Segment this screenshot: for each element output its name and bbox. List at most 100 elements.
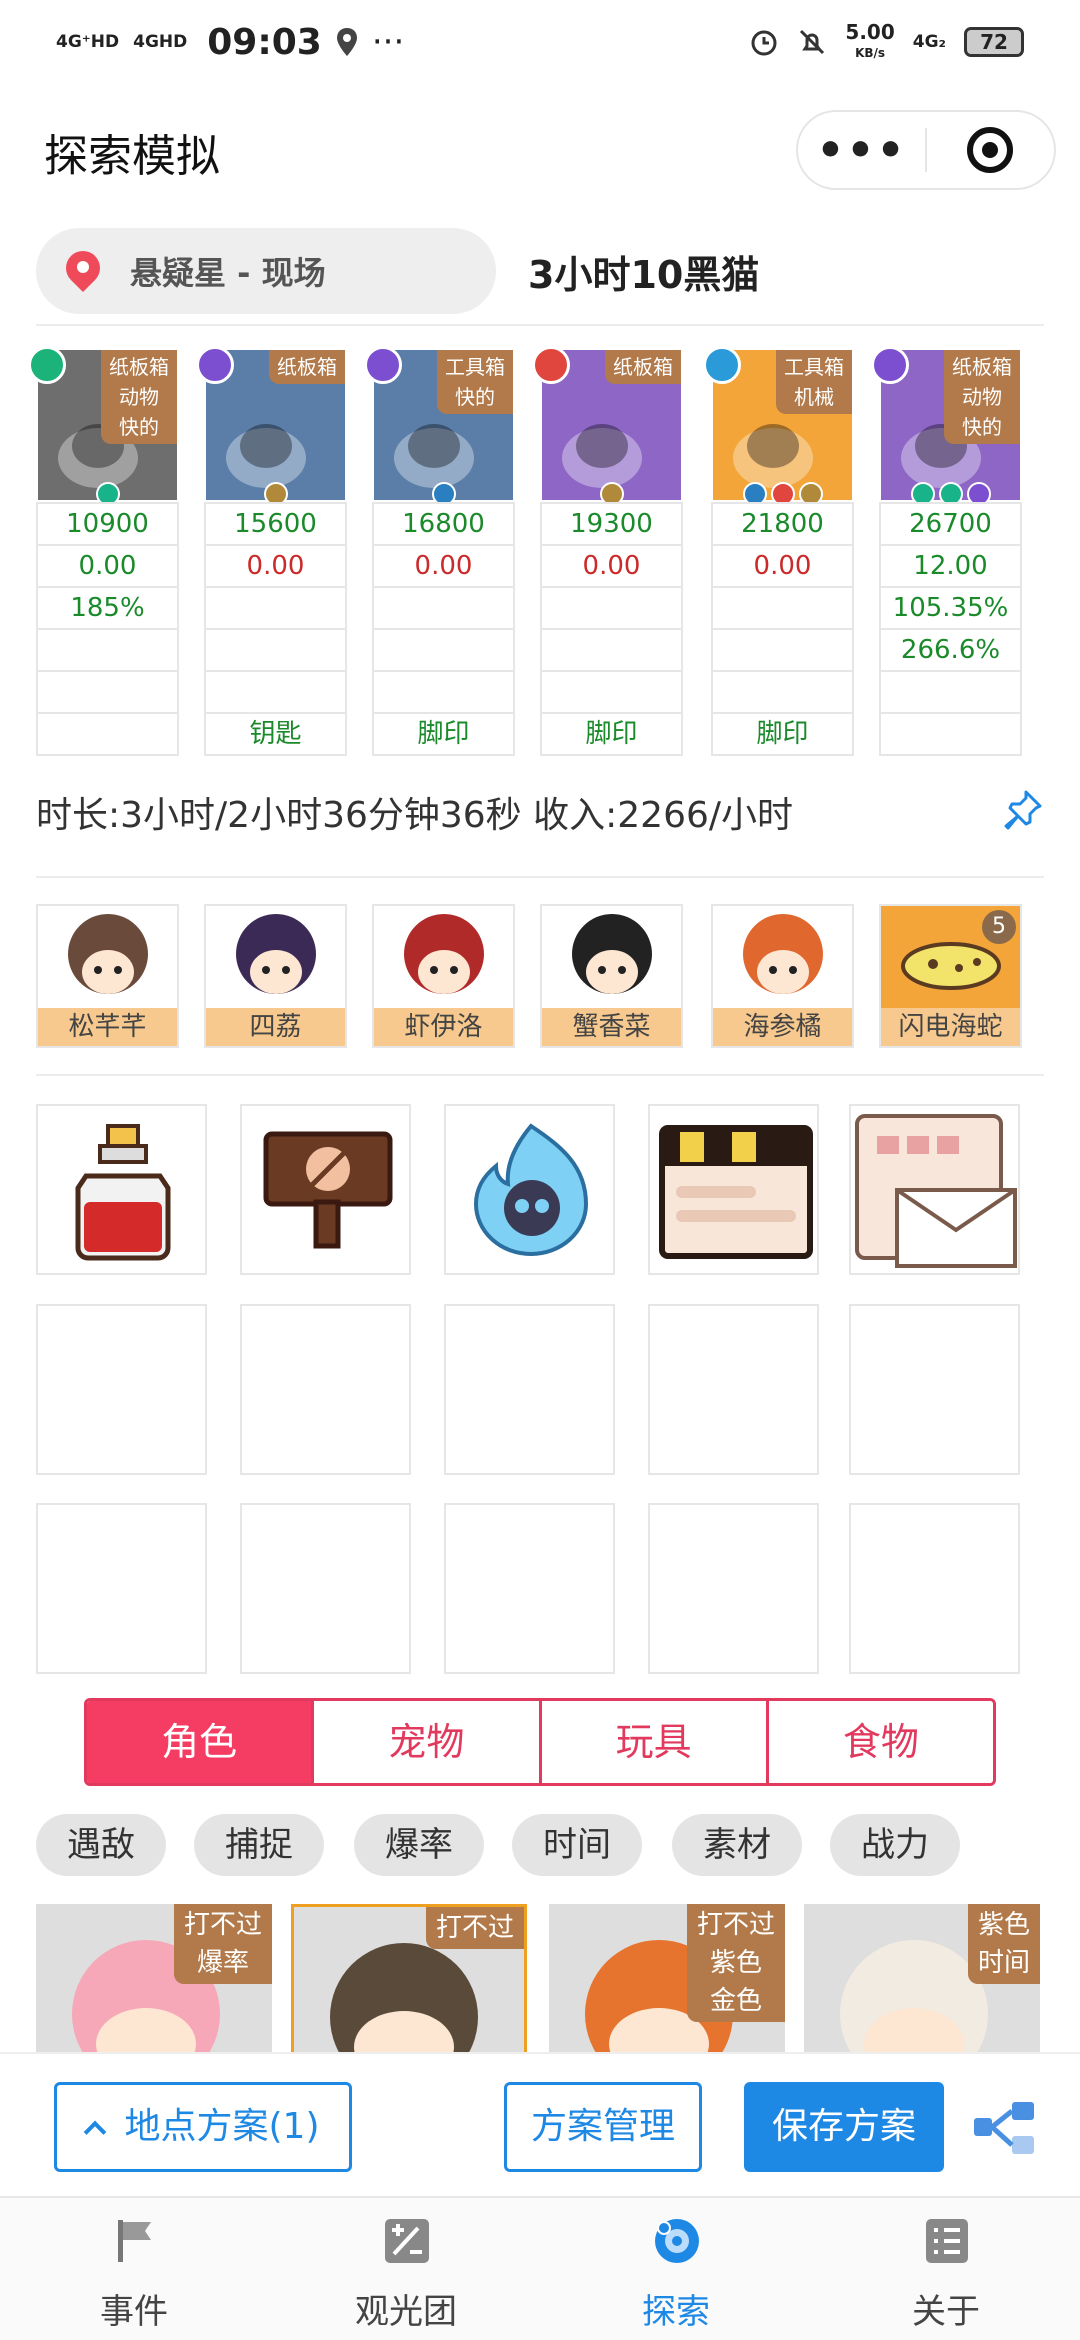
empty-slot[interactable] [648,1503,819,1674]
filter-material[interactable]: 素材 [672,1814,802,1876]
tab-tour[interactable]: 观光团 [296,2198,516,2340]
expedition-summary-title: 3小时10黑猫 [528,253,760,297]
inventory-item-slot[interactable] [849,1104,1020,1275]
item-picture: 纸板箱 动物 快的 [28,346,177,506]
inventory-item-slot[interactable] [240,1104,411,1275]
character-name: 松芊芊 [38,1008,177,1046]
character-avatar [206,906,345,1010]
location-name: 悬疑星 - 现场 [130,254,326,292]
mute-icon [800,29,825,55]
element-icon [196,346,234,384]
potion-icon [75,1124,171,1261]
item-picture: 纸板箱 [196,346,345,506]
card-tag: 时间 [977,1948,1030,1978]
character-card[interactable]: 打不过 紫色 金色 [549,1904,785,2054]
explore-icon [655,2219,699,2263]
save-plan-button[interactable]: 保存方案 [744,2082,944,2172]
share-icon[interactable] [972,2100,1036,2156]
location-status-icon [336,28,357,56]
inventory-item-slot[interactable] [36,1104,207,1275]
target-icon [967,127,1014,173]
character-card[interactable]: 打不过 [291,1904,527,2054]
title-bar: 探索模拟 ••• [0,100,1080,200]
divider [36,1074,1044,1076]
item-stats: 15600 0.00 钥匙 [204,502,347,756]
filter-time[interactable]: 时间 [512,1814,642,1876]
network-indicator-3: 4G₂ [912,32,946,52]
item-stat-cell: 12.00 [881,544,1020,586]
character-slot[interactable]: 海参橘 [711,904,854,1048]
tab-pets[interactable]: 宠物 [311,1701,539,1783]
chevron-up-icon [83,2120,106,2144]
item-column[interactable]: 纸板箱 15600 0.00 钥匙 [196,346,347,756]
character-slot[interactable]: 闪电海蛇 5 [879,904,1022,1048]
edit-icon [385,2219,429,2263]
miniprogram-capsule: ••• [796,110,1056,190]
item-stat-cell [713,586,852,628]
item-picture: 工具箱 快的 [364,346,513,506]
character-slot[interactable]: 四荔 [204,904,347,1048]
tab-about-label: 关于 [912,2292,980,2332]
inventory-item-slot[interactable] [444,1104,615,1275]
item-stat-cell: 0.00 [38,544,177,586]
pin-icon[interactable] [1000,788,1044,832]
empty-slot[interactable] [444,1303,615,1475]
filter-encounter[interactable]: 遇敌 [36,1814,166,1876]
speed-unit: KB/s [855,45,886,60]
item-stats: 26700 12.00 105.35% 266.6% [879,502,1022,756]
character-slot[interactable]: 松芊芊 [36,904,179,1048]
item-stat-cell: 26700 [881,502,1020,544]
item-column[interactable]: 工具箱 快的 16800 0.00 脚印 [364,346,515,756]
item-stat-cell [38,670,177,712]
item-column[interactable]: 纸板箱 19300 0.00 脚印 [532,346,683,756]
item-column[interactable]: 纸板箱 动物 快的 26700 12.00 105.35% 266.6% [871,346,1022,756]
item-stats: 19300 0.00 脚印 [540,502,683,756]
character-card[interactable]: 打不过 爆率 [36,1904,272,2054]
character-slot[interactable]: 蟹香菜 [540,904,683,1048]
empty-slot[interactable] [36,1303,207,1475]
card-tags: 打不过 紫色 金色 [686,1904,785,2022]
divider [36,876,1044,878]
item-stat-cell [542,670,681,712]
tab-toys[interactable]: 玩具 [538,1701,766,1783]
empty-slot[interactable] [240,1303,411,1475]
item-column[interactable]: 工具箱 机械 21800 0.00 脚印 [703,346,854,756]
filter-capture[interactable]: 捕捉 [194,1814,324,1876]
character-card[interactable]: 紫色 时间 [804,1904,1040,2054]
element-icon [703,346,741,384]
item-stat-cell: 21800 [713,502,852,544]
item-column[interactable]: 纸板箱 动物 快的 10900 0.00 185% [28,346,179,756]
empty-slot[interactable] [444,1503,615,1674]
location-plan-button[interactable]: 地点方案(1) [54,2082,352,2172]
inventory-item-slot[interactable] [648,1104,819,1275]
character-avatar [38,906,177,1010]
item-stat-cell: 0.00 [374,544,513,586]
location-selector[interactable]: 悬疑星 - 现场 [36,228,496,314]
empty-slot[interactable] [240,1503,411,1674]
character-name: 蟹香菜 [542,1008,681,1046]
more-menu-button[interactable]: ••• [798,125,925,176]
item-stat-cell [38,628,177,670]
filter-power[interactable]: 战力 [830,1814,960,1876]
empty-slot[interactable] [36,1503,207,1674]
tab-events[interactable]: 事件 [24,2198,244,2340]
tab-explore[interactable]: 探索 [566,2198,786,2340]
map-pin-icon [66,251,100,291]
character-name: 海参橘 [713,1008,852,1046]
empty-slot[interactable] [849,1303,1020,1475]
envelope-icon [855,1114,1017,1268]
empty-slot[interactable] [849,1503,1020,1674]
card-tag: 爆率 [196,1948,249,1978]
empty-slot[interactable] [648,1303,819,1475]
character-slot[interactable]: 虾伊洛 [372,904,515,1048]
plan-manage-button[interactable]: 方案管理 [504,2082,702,2172]
close-miniprogram-button[interactable] [927,127,1054,173]
filter-droprate[interactable]: 爆率 [354,1814,484,1876]
item-tag: 工具箱 [784,355,844,379]
tab-characters[interactable]: 角色 [87,1701,312,1783]
tab-about[interactable]: 关于 [836,2198,1056,2340]
skull-flame-icon [473,1123,589,1256]
item-tags: 纸板箱 [605,350,681,384]
tab-food[interactable]: 食物 [765,1701,993,1783]
network-speed: 5.00 KB/s [845,22,894,62]
